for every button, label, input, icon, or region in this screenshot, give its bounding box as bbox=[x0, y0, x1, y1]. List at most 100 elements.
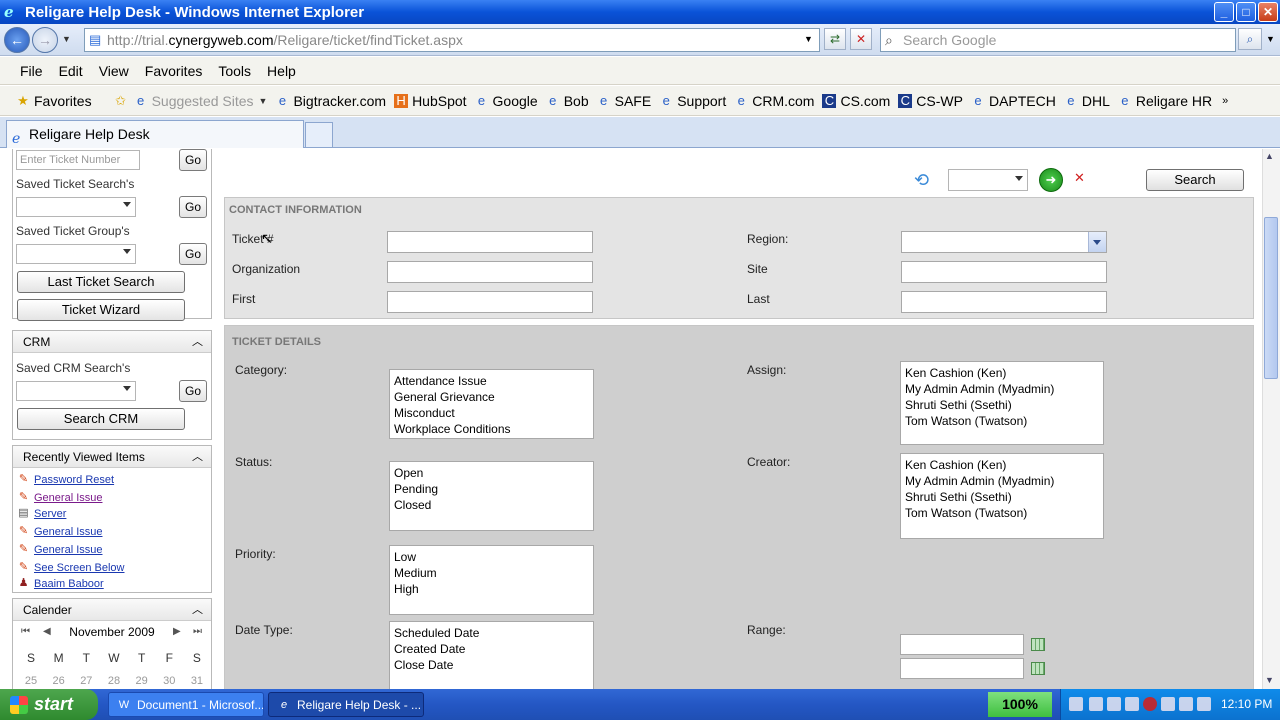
list-item[interactable]: Shruti Sethi (Ssethi) bbox=[905, 397, 1099, 413]
list-item[interactable]: My Admin Admin (Myadmin) bbox=[905, 473, 1099, 489]
bluetooth-icon[interactable] bbox=[1143, 697, 1157, 711]
list-item[interactable]: Misconduct bbox=[394, 405, 589, 421]
fav-link-bob[interactable]: e Bob bbox=[546, 93, 589, 109]
saved-crm-go-button[interactable]: Go bbox=[179, 380, 207, 402]
calendar-header[interactable]: Calender ︿ bbox=[13, 599, 211, 621]
go-arrow-icon[interactable]: ➜ bbox=[1039, 168, 1063, 192]
fav-link-support[interactable]: e Support bbox=[659, 93, 727, 109]
status-listbox[interactable]: Open Pending Closed bbox=[389, 461, 594, 531]
tab-religare-help-desk[interactable]: e Religare Help Desk bbox=[6, 120, 304, 148]
saved-ticket-groups-go-button[interactable]: Go bbox=[179, 243, 207, 265]
list-item[interactable]: Closed bbox=[394, 497, 589, 513]
calendar-icon[interactable] bbox=[1031, 638, 1045, 651]
more-favorites-icon[interactable]: » bbox=[1222, 95, 1228, 107]
saved-search-select[interactable] bbox=[948, 169, 1028, 191]
favorites-button[interactable]: ★ Favorites bbox=[16, 93, 91, 109]
creator-listbox[interactable]: Ken Cashion (Ken) My Admin Admin (Myadmi… bbox=[900, 453, 1104, 539]
minimize-button[interactable]: _ bbox=[1214, 2, 1234, 22]
clear-icon[interactable]: ✕ bbox=[1074, 170, 1085, 186]
saved-ticket-searches-go-button[interactable]: Go bbox=[179, 196, 207, 218]
list-item[interactable]: Created Date bbox=[394, 641, 589, 657]
list-item[interactable]: Tom Watson (Twatson) bbox=[905, 413, 1099, 429]
priority-listbox[interactable]: Low Medium High bbox=[389, 545, 594, 615]
scroll-up-icon[interactable]: ▲ bbox=[1265, 151, 1274, 161]
search-go-icon[interactable]: ⌕ bbox=[1238, 28, 1262, 50]
search-crm-button[interactable]: Search CRM bbox=[17, 408, 185, 430]
list-item[interactable]: ▤ Server bbox=[17, 507, 66, 520]
stop-icon[interactable]: ✕ bbox=[850, 28, 872, 50]
ticket-number-go-button[interactable]: Go bbox=[179, 149, 207, 171]
first-name-field[interactable] bbox=[387, 291, 593, 313]
saved-crm-searches-select[interactable] bbox=[16, 381, 136, 401]
scrollbar-thumb[interactable] bbox=[1264, 217, 1278, 379]
next-month-icon[interactable]: ▶ bbox=[173, 621, 181, 643]
forward-button[interactable]: → bbox=[32, 27, 58, 53]
list-item[interactable]: ♟ Baaim Baboor bbox=[17, 577, 104, 590]
address-dropdown-icon[interactable]: ▼ bbox=[804, 34, 813, 44]
list-item[interactable]: ✎ See Screen Below bbox=[17, 561, 125, 574]
start-button[interactable]: start bbox=[0, 689, 98, 720]
list-item[interactable]: Workplace Conditions bbox=[394, 421, 589, 437]
fav-link-google[interactable]: e Google bbox=[475, 93, 538, 109]
fav-link-cs[interactable]: C CS.com bbox=[822, 93, 890, 109]
tray-icon[interactable] bbox=[1089, 697, 1103, 711]
organization-field[interactable] bbox=[387, 261, 593, 283]
list-item[interactable]: Shruti Sethi (Ssethi) bbox=[905, 489, 1099, 505]
list-item[interactable]: Pending bbox=[394, 481, 589, 497]
last-name-field[interactable] bbox=[901, 291, 1107, 313]
range-start-field[interactable] bbox=[900, 634, 1024, 655]
calendar-icon[interactable] bbox=[1031, 662, 1045, 675]
assign-listbox[interactable]: Ken Cashion (Ken) My Admin Admin (Myadmi… bbox=[900, 361, 1104, 445]
collapse-icon[interactable]: ︿ bbox=[192, 331, 203, 353]
list-item[interactable]: High bbox=[394, 581, 589, 597]
list-item[interactable]: My Admin Admin (Myadmin) bbox=[905, 381, 1099, 397]
search-options-icon[interactable]: ▼ bbox=[1266, 34, 1275, 44]
suggested-sites-link[interactable]: e Suggested Sites ▼ bbox=[134, 93, 268, 109]
menu-edit[interactable]: Edit bbox=[59, 63, 83, 79]
fav-link-religare-hr[interactable]: e Religare HR bbox=[1118, 93, 1212, 109]
recently-viewed-header[interactable]: Recently Viewed Items ︿ bbox=[13, 446, 211, 468]
saved-ticket-groups-select[interactable] bbox=[16, 244, 136, 264]
list-item[interactable]: ✎ Password Reset bbox=[17, 473, 114, 486]
close-window-button[interactable]: ✕ bbox=[1258, 2, 1278, 22]
list-item[interactable]: Tom Watson (Twatson) bbox=[905, 505, 1099, 521]
menu-view[interactable]: View bbox=[99, 63, 129, 79]
fav-link-bigtracker[interactable]: e Bigtracker.com bbox=[275, 93, 386, 109]
tray-icon[interactable] bbox=[1107, 697, 1121, 711]
last-ticket-search-button[interactable]: Last Ticket Search bbox=[17, 271, 185, 293]
taskbar-item-help-desk[interactable]: e Religare Help Desk - ... bbox=[268, 692, 424, 717]
refresh-icon[interactable]: ⇄ bbox=[824, 28, 846, 50]
list-item[interactable]: ✎ General Issue bbox=[17, 491, 103, 504]
history-dropdown-icon[interactable]: ▼ bbox=[62, 34, 71, 44]
tray-icon[interactable] bbox=[1161, 697, 1175, 711]
collapse-icon[interactable]: ︿ bbox=[192, 446, 203, 468]
menu-file[interactable]: File bbox=[20, 63, 43, 79]
next-year-icon[interactable]: ⏭ bbox=[193, 621, 202, 643]
address-bar[interactable]: ▤ http://trial. cynergyweb.com/Religare/t… bbox=[84, 28, 820, 52]
date-type-listbox[interactable]: Scheduled Date Created Date Close Date bbox=[389, 621, 594, 689]
list-item[interactable]: Close Date bbox=[394, 657, 589, 673]
crm-panel-header[interactable]: CRM ︿ bbox=[13, 331, 211, 353]
volume-icon[interactable] bbox=[1197, 697, 1211, 711]
window-title-bar[interactable]: e Religare Help Desk - Windows Internet … bbox=[0, 0, 1280, 24]
saved-ticket-searches-select[interactable] bbox=[16, 197, 136, 217]
recycle-icon[interactable]: ⟲ bbox=[914, 169, 936, 191]
list-item[interactable]: ✎ General Issue bbox=[17, 525, 103, 538]
category-listbox[interactable]: Attendance Issue General Grievance Misco… bbox=[389, 369, 594, 439]
calendar-week-row[interactable]: 25 26 27 28 29 30 31 bbox=[19, 675, 209, 687]
fav-link-cs-wp[interactable]: C CS-WP bbox=[898, 93, 963, 109]
fav-link-crm[interactable]: e CRM.com bbox=[734, 93, 815, 109]
list-item[interactable]: Attendance Issue bbox=[394, 373, 589, 389]
clock[interactable]: 12:10 PM bbox=[1221, 697, 1272, 711]
add-favorite-button[interactable]: ✩ bbox=[114, 93, 132, 108]
fav-link-safe[interactable]: e SAFE bbox=[597, 93, 651, 109]
menu-favorites[interactable]: Favorites bbox=[145, 63, 203, 79]
list-item[interactable]: Open bbox=[394, 465, 589, 481]
network-icon[interactable] bbox=[1069, 697, 1083, 711]
site-field[interactable] bbox=[901, 261, 1107, 283]
search-input[interactable]: ⌕ Search Google bbox=[880, 28, 1236, 52]
list-item[interactable]: Ken Cashion (Ken) bbox=[905, 457, 1099, 473]
maximize-button[interactable]: □ bbox=[1236, 2, 1256, 22]
list-item[interactable]: ✎ General Issue bbox=[17, 543, 103, 556]
ticket-number-input[interactable]: Enter Ticket Number bbox=[16, 150, 140, 170]
